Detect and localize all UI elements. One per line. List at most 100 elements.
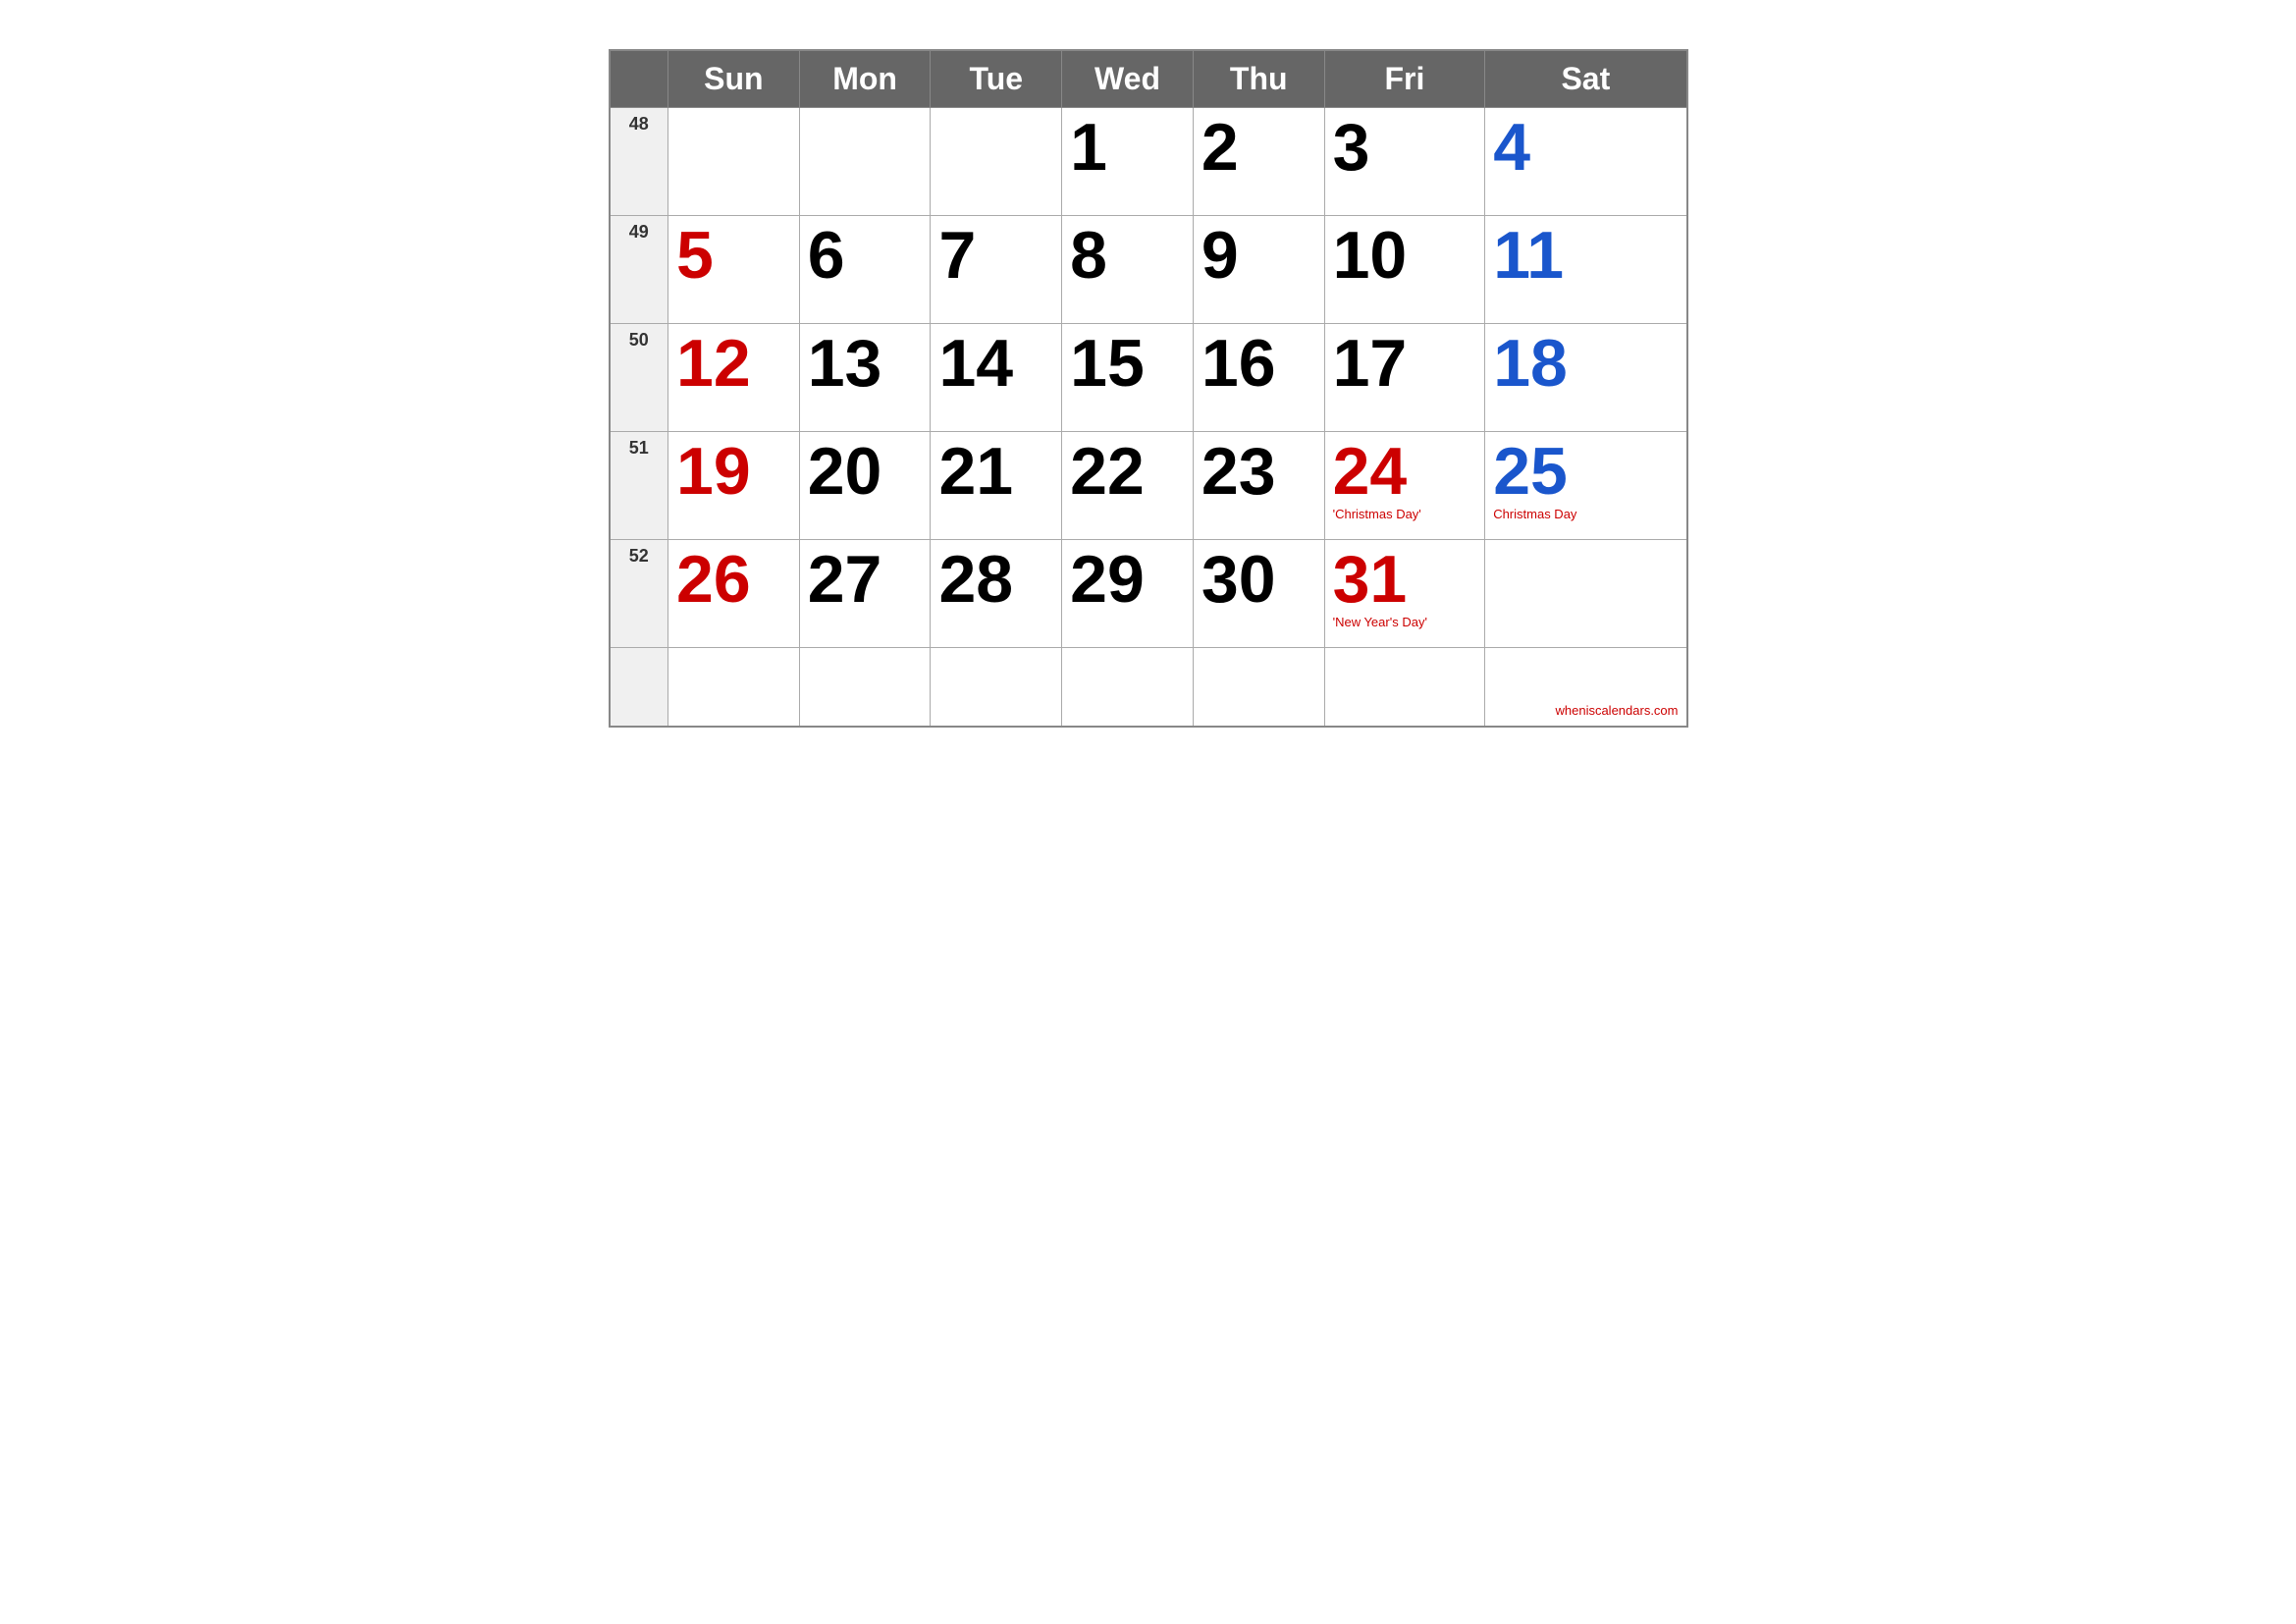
day-number: 27	[808, 546, 923, 613]
day-number: 21	[938, 438, 1053, 505]
day-cell: 20	[799, 432, 931, 540]
day-cell: 28	[931, 540, 1062, 648]
day-number: 15	[1070, 330, 1185, 397]
header-no	[610, 50, 668, 108]
day-number: 7	[938, 222, 1053, 289]
day-number: 1	[1070, 114, 1185, 181]
day-number: 30	[1201, 546, 1316, 613]
day-number: 26	[676, 546, 791, 613]
day-cell: 8	[1062, 216, 1194, 324]
day-number: 23	[1201, 438, 1316, 505]
day-cell: 13	[799, 324, 931, 432]
day-cell: 17	[1324, 324, 1485, 432]
day-number: 24	[1333, 438, 1477, 505]
day-cell: 15	[1062, 324, 1194, 432]
calendar-table: Sun Mon Tue Wed Thu Fri Sat 481234495678…	[609, 49, 1688, 728]
calendar-container: Sun Mon Tue Wed Thu Fri Sat 481234495678…	[609, 20, 1688, 728]
header-mon: Mon	[799, 50, 931, 108]
day-cell: 19	[668, 432, 800, 540]
day-cell	[931, 108, 1062, 216]
day-cell: 4	[1485, 108, 1687, 216]
day-number: 12	[676, 330, 791, 397]
day-cell: 16	[1193, 324, 1324, 432]
day-cell: 31 'New Year's Day'	[1324, 540, 1485, 648]
day-cell: 29	[1062, 540, 1194, 648]
week-number	[610, 648, 668, 727]
day-cell: 5	[668, 216, 800, 324]
day-number: 19	[676, 438, 791, 505]
day-number: 10	[1333, 222, 1477, 289]
calendar-title	[609, 20, 1688, 49]
day-number: 13	[808, 330, 923, 397]
day-cell: 10	[1324, 216, 1485, 324]
day-cell	[1324, 648, 1485, 727]
day-cell	[799, 108, 931, 216]
day-cell: 2	[1193, 108, 1324, 216]
day-cell	[1193, 648, 1324, 727]
day-cell: 11	[1485, 216, 1687, 324]
week-number: 52	[610, 540, 668, 648]
day-number: 3	[1333, 114, 1477, 181]
table-row: 48 1234	[610, 108, 1687, 216]
table-row: 5012 1314 1516 1718	[610, 324, 1687, 432]
day-number: 22	[1070, 438, 1185, 505]
day-cell	[1485, 540, 1687, 648]
week-number: 50	[610, 324, 668, 432]
day-number: 4	[1493, 114, 1678, 181]
day-number: 16	[1201, 330, 1316, 397]
day-number: 9	[1201, 222, 1316, 289]
day-cell: 22	[1062, 432, 1194, 540]
holiday-label: Christmas Day	[1493, 507, 1678, 521]
week-number: 51	[610, 432, 668, 540]
table-row: 5226 2728 2930 31 'New Year's Day'	[610, 540, 1687, 648]
day-cell: 26	[668, 540, 800, 648]
day-number: 17	[1333, 330, 1477, 397]
day-number: 14	[938, 330, 1053, 397]
day-cell: 14	[931, 324, 1062, 432]
week-number: 48	[610, 108, 668, 216]
day-number: 11	[1493, 222, 1678, 289]
calendar-body: 4812344956789101150121314151617185119202…	[610, 108, 1687, 727]
header-sat: Sat	[1485, 50, 1687, 108]
header-tue: Tue	[931, 50, 1062, 108]
day-cell: 25 Christmas Day	[1485, 432, 1687, 540]
day-number: 31	[1333, 546, 1477, 613]
day-cell: 3	[1324, 108, 1485, 216]
day-number: 29	[1070, 546, 1185, 613]
day-cell: 30	[1193, 540, 1324, 648]
day-number: 25	[1493, 438, 1678, 505]
day-cell: 21	[931, 432, 1062, 540]
day-cell	[668, 108, 800, 216]
holiday-label: 'New Year's Day'	[1333, 615, 1477, 629]
day-cell	[668, 648, 800, 727]
header-row: Sun Mon Tue Wed Thu Fri Sat	[610, 50, 1687, 108]
day-cell: 27	[799, 540, 931, 648]
day-cell: 1	[1062, 108, 1194, 216]
header-wed: Wed	[1062, 50, 1194, 108]
week-number: 49	[610, 216, 668, 324]
day-cell: 23	[1193, 432, 1324, 540]
watermark: wheniscalendars.com	[1555, 703, 1678, 718]
day-cell: 24 'Christmas Day'	[1324, 432, 1485, 540]
day-number: 6	[808, 222, 923, 289]
day-cell	[931, 648, 1062, 727]
day-number: 8	[1070, 222, 1185, 289]
header-thu: Thu	[1193, 50, 1324, 108]
day-cell: 9	[1193, 216, 1324, 324]
holiday-label: 'Christmas Day'	[1333, 507, 1477, 521]
table-row: 5119 2021 2223 24 'Christmas Day' 25 Christmas…	[610, 432, 1687, 540]
day-cell: 18	[1485, 324, 1687, 432]
day-cell: 7	[931, 216, 1062, 324]
day-number: 18	[1493, 330, 1678, 397]
day-cell: 6	[799, 216, 931, 324]
day-number: 28	[938, 546, 1053, 613]
day-cell: 12	[668, 324, 800, 432]
day-number: 20	[808, 438, 923, 505]
day-cell	[1062, 648, 1194, 727]
day-number: 5	[676, 222, 791, 289]
day-cell: wheniscalendars.com	[1485, 648, 1687, 727]
table-row: wheniscalendars.com	[610, 648, 1687, 727]
header-fri: Fri	[1324, 50, 1485, 108]
day-cell	[799, 648, 931, 727]
header-sun: Sun	[668, 50, 800, 108]
